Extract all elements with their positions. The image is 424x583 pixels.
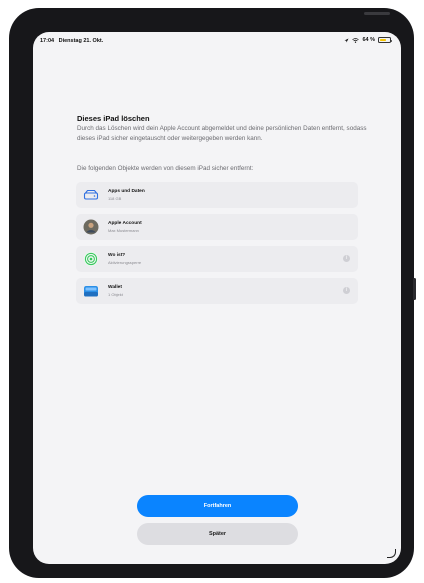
screen: 17:04 Dienstag 21. Okt. 64 % Dieses iPad… (33, 32, 401, 564)
item-subtitle: Aktivierungssperre (108, 260, 142, 265)
battery-icon (378, 37, 393, 43)
info-icon[interactable]: i (343, 287, 350, 294)
list-item-apps-data: Apps und Daten 118 GB (76, 182, 358, 208)
resize-handle[interactable] (387, 549, 396, 558)
battery-fill (379, 38, 386, 42)
page-title: Dieses iPad löschen (77, 114, 150, 123)
location-icon (344, 38, 349, 42)
storage-drive-icon (83, 189, 99, 200)
battery-percent: 64 % (362, 37, 375, 43)
erase-items-list: Apps und Daten 118 GB Apple Account Max … (76, 182, 358, 310)
item-subtitle: 1 Objekt (108, 292, 123, 297)
later-button[interactable]: Später (137, 523, 298, 545)
list-item-wallet: Wallet 1 Objekt i (76, 278, 358, 304)
page-description: Durch das Löschen wird dein Apple Accoun… (77, 125, 367, 142)
item-subtitle: Max Mustermann (108, 228, 139, 233)
status-indicators: 64 % (344, 37, 393, 43)
camera-bar (364, 12, 390, 15)
side-button (413, 278, 416, 300)
status-clock: 17:04 (40, 38, 55, 44)
item-title: Apple Account (108, 221, 142, 226)
wallet-icon (84, 286, 98, 297)
item-title: Apps und Daten (108, 189, 145, 194)
find-my-icon (83, 251, 99, 267)
info-icon[interactable]: i (343, 255, 350, 262)
continue-button[interactable]: Fortfahren (137, 495, 298, 517)
status-bar: 17:04 Dienstag 21. Okt. 64 % (33, 32, 401, 50)
list-item-apple-account: Apple Account Max Mustermann (76, 214, 358, 240)
item-subtitle: 118 GB (108, 196, 122, 201)
list-item-find-my: Wo ist? Aktivierungssperre i (76, 246, 358, 272)
item-title: Wo ist? (108, 253, 126, 258)
items-heading: Die folgenden Objekte werden von diesem … (77, 165, 254, 172)
wifi-icon (352, 37, 360, 43)
item-title: Wallet (108, 285, 122, 290)
status-time: 17:04 Dienstag 21. Okt. (40, 38, 103, 44)
avatar-icon (83, 219, 99, 235)
status-date: Dienstag 21. Okt. (58, 38, 104, 44)
